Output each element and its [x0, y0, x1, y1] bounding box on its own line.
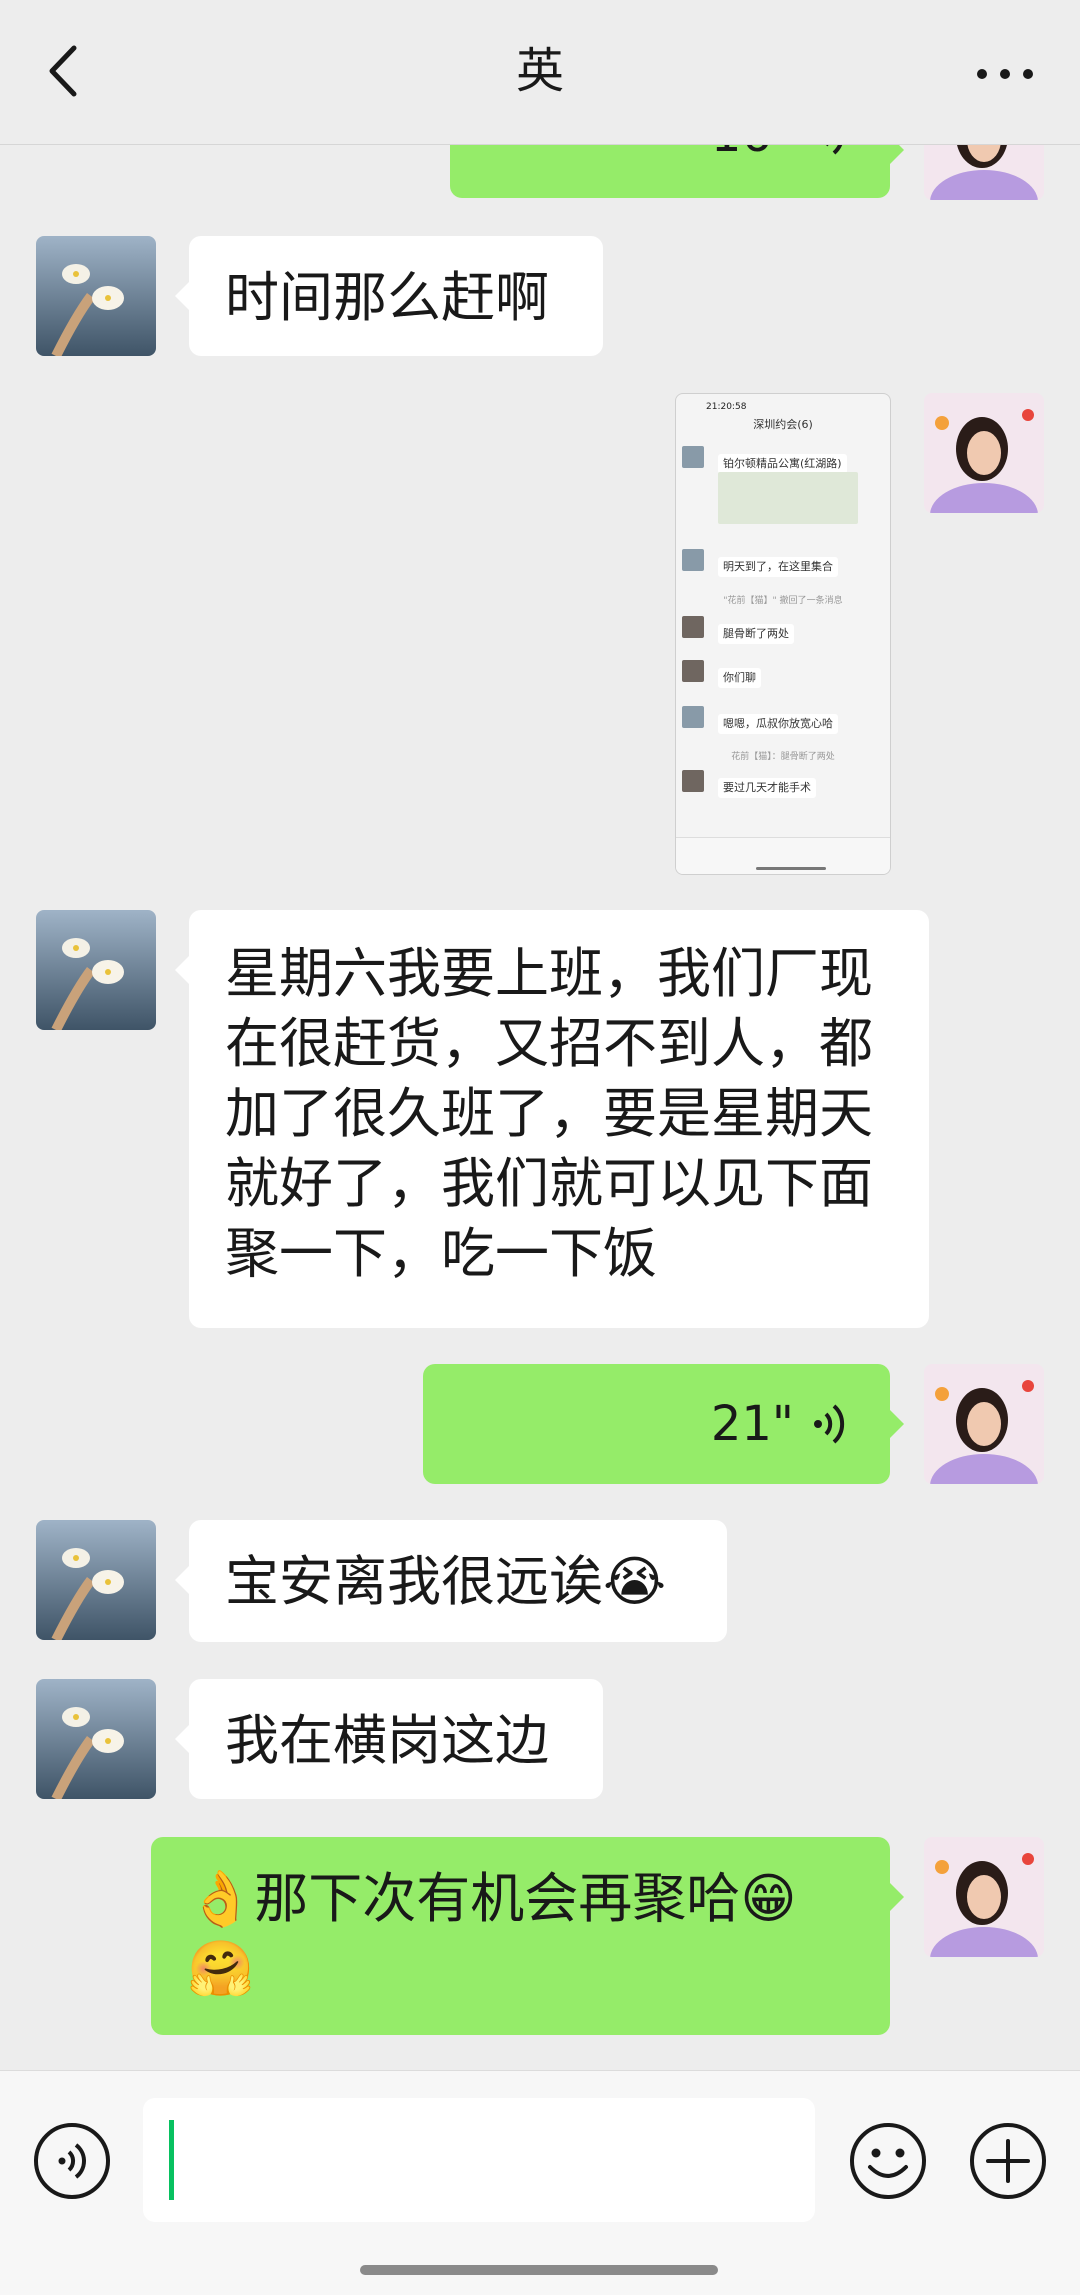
- emoji-button[interactable]: [848, 2121, 928, 2201]
- my-avatar[interactable]: [924, 1837, 1044, 1957]
- message-text: 👌那下次有机会再聚哈😁🤗: [187, 1867, 797, 2000]
- woman-portrait-icon: [924, 1837, 1044, 1957]
- voice-mode-icon: [34, 2123, 110, 2199]
- message-bubble-incoming[interactable]: 时间那么赶啊: [175, 236, 603, 356]
- voice-duration: 21": [710, 1396, 794, 1452]
- voice-message[interactable]: 21": [423, 1364, 904, 1484]
- more-functions-button[interactable]: [968, 2121, 1048, 2201]
- thumb-system-note: 花前【猫】：腿骨断了两处: [731, 752, 835, 762]
- input-bar: [0, 2070, 1080, 2295]
- message-text: 我在横岗这边: [225, 1709, 549, 1772]
- thumb-system-note: "花前【猫】" 撤回了一条消息: [723, 596, 843, 606]
- flower-photo-icon: [36, 236, 156, 356]
- message-text: 星期六我要上班，我们厂现在很赶货，又招不到人，都加了很久班了，要是星期天就好了，…: [225, 942, 873, 1285]
- woman-portrait-icon: [924, 1364, 1044, 1484]
- message-input[interactable]: [143, 2098, 815, 2222]
- contact-avatar[interactable]: [36, 236, 156, 356]
- voice-input-button[interactable]: [32, 2121, 112, 2201]
- thumb-status-time: 21:20:58: [706, 402, 747, 412]
- flower-photo-icon: [36, 1679, 156, 1799]
- text-cursor: [169, 2120, 174, 2200]
- message-text: 宝安离我很远诶😭: [225, 1550, 667, 1613]
- message-text: 时间那么赶啊: [225, 266, 549, 329]
- message-bubble-outgoing[interactable]: 👌那下次有机会再聚哈😁🤗: [151, 1837, 904, 2035]
- screenshot-image-message[interactable]: 21:20:58 深圳约会(6) 铂尔顿精品公寓(红湖路) 明天到了，在这里集合…: [675, 393, 891, 875]
- message-bubble-incoming[interactable]: 我在横岗这边: [175, 1679, 603, 1799]
- my-avatar[interactable]: [924, 1364, 1044, 1484]
- smiley-icon: [850, 2123, 926, 2199]
- flower-photo-icon: [36, 910, 156, 1030]
- home-indicator[interactable]: [360, 2265, 718, 2275]
- flower-photo-icon: [36, 1520, 156, 1640]
- contact-avatar[interactable]: [36, 1520, 156, 1640]
- message-bubble-incoming[interactable]: 宝安离我很远诶😭: [175, 1520, 727, 1642]
- message-bubble-incoming[interactable]: 星期六我要上班，我们厂现在很赶货，又招不到人，都加了很久班了，要是星期天就好了，…: [175, 910, 929, 1328]
- thumb-chat-title: 深圳约会(6): [753, 418, 813, 431]
- woman-portrait-icon: [924, 393, 1044, 513]
- chat-header: 英: [0, 0, 1080, 145]
- my-avatar[interactable]: [924, 393, 1044, 513]
- plus-icon: [970, 2123, 1046, 2199]
- voice-wave-icon: [814, 1404, 845, 1444]
- contact-avatar[interactable]: [36, 910, 156, 1030]
- more-dots-icon: [977, 69, 1033, 79]
- chat-area[interactable]: 16" 时间那么赶啊 21:20:: [0, 0, 1080, 2070]
- chat-title: 英: [515, 43, 564, 99]
- more-options-button[interactable]: [960, 36, 1050, 106]
- contact-avatar[interactable]: [36, 1679, 156, 1799]
